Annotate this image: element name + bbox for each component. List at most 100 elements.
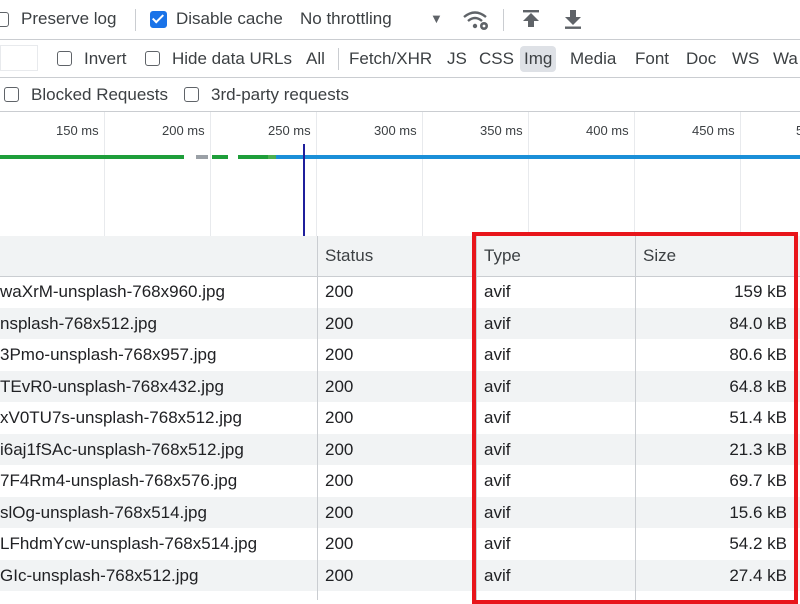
column-divider[interactable] xyxy=(476,236,477,600)
column-header-type[interactable]: Type xyxy=(484,236,521,276)
cell-size: 69.7 kB xyxy=(729,471,787,490)
timeline-tick: 5 xyxy=(796,123,800,138)
timeline-gridline xyxy=(210,112,211,236)
column-header-status[interactable]: Status xyxy=(325,236,373,276)
request-filter-bar: Blocked Requests 3rd-party requests xyxy=(0,78,800,112)
cell-type: avif xyxy=(484,282,511,301)
throttling-select[interactable]: No throttling xyxy=(300,9,392,29)
column-divider[interactable] xyxy=(317,236,318,600)
table-header: Status Type Size xyxy=(0,236,800,277)
table-row[interactable]: TEvR0-unsplash-768x432.jpg 200 avif 64.8 kB xyxy=(0,370,800,402)
filter-input[interactable] xyxy=(0,45,38,71)
hide-data-urls-checkbox[interactable] xyxy=(145,51,160,66)
table-row[interactable]: 7F4Rm4-unsplash-768x576.jpg 200 avif 69.7 k… xyxy=(0,465,800,497)
cell-name: slOg-unsplash-768x514.jpg xyxy=(0,502,207,522)
cell-size: 159 kB xyxy=(734,282,787,301)
timeline-tick: 350 ms xyxy=(480,123,523,138)
cell-status: 200 xyxy=(325,439,354,459)
table-row[interactable]: GIc-unsplash-768x512.jpg 200 avif 27.4 kB xyxy=(0,559,800,591)
table-row[interactable]: xV0TU7s-unsplash-768x512.jpg 200 avif 51.4 … xyxy=(0,402,800,434)
cell-name: i6aj1fSAc-unsplash-768x512.jpg xyxy=(0,439,244,459)
cell-status: 200 xyxy=(325,313,354,333)
cell-type: avif xyxy=(484,408,511,427)
preserve-log-checkbox[interactable] xyxy=(0,12,9,27)
network-conditions-icon[interactable] xyxy=(462,8,490,37)
filter-ws[interactable]: WS xyxy=(728,46,763,72)
cell-size: 54.2 kB xyxy=(729,534,787,553)
cell-name: 7F4Rm4-unsplash-768x576.jpg xyxy=(0,471,238,490)
blocked-requests-label: Blocked Requests xyxy=(31,85,169,104)
cell-type: avif xyxy=(484,534,511,553)
cell-size: 21.3 kB xyxy=(729,439,787,459)
timeline-overview[interactable]: 150 ms 200 ms 250 ms 300 ms 350 ms 400 m… xyxy=(0,112,800,237)
column-divider[interactable] xyxy=(635,236,636,600)
table-row[interactable]: waXrM-unsplash-768x960.jpg 200 avif 159 kB xyxy=(0,276,800,308)
cell-type: avif xyxy=(484,313,511,333)
invert-label: Invert xyxy=(84,49,127,68)
table-row[interactable]: LFhdmYcw-unsplash-768x514.jpg 200 avif 54.2… xyxy=(0,528,800,560)
timeline-bar-green xyxy=(238,155,268,159)
timeline-bar-gray xyxy=(196,155,208,159)
timeline-tick: 200 ms xyxy=(162,123,205,138)
filter-fetch-xhr[interactable]: Fetch/XHR xyxy=(345,46,436,72)
timeline-bar-green xyxy=(0,155,184,159)
timeline-bar-blue xyxy=(276,155,800,159)
column-header-size[interactable]: Size xyxy=(643,236,676,276)
cell-status: 200 xyxy=(325,345,354,364)
import-har-icon[interactable] xyxy=(520,9,542,36)
timeline-gridline xyxy=(104,112,105,236)
cell-status: 200 xyxy=(325,282,354,301)
filter-doc[interactable]: Doc xyxy=(682,46,720,72)
cell-name: waXrM-unsplash-768x960.jpg xyxy=(0,282,225,301)
cell-status: 200 xyxy=(325,408,354,427)
cell-status: 200 xyxy=(325,534,354,553)
third-party-checkbox[interactable] xyxy=(184,87,199,102)
timeline-gridline xyxy=(422,112,423,236)
cell-type: avif xyxy=(484,376,511,396)
disable-cache-label: Disable cache xyxy=(176,9,283,28)
cell-type: avif xyxy=(484,565,511,585)
timeline-tick: 150 ms xyxy=(56,123,99,138)
timeline-gridline xyxy=(528,112,529,236)
blocked-requests-checkbox[interactable] xyxy=(4,87,19,102)
timeline-tick: 400 ms xyxy=(586,123,629,138)
timeline-gridline xyxy=(316,112,317,236)
cell-type: avif xyxy=(484,439,511,459)
cell-status: 200 xyxy=(325,502,354,522)
table-row[interactable]: 3Pmo-unsplash-768x957.jpg 200 avif 80.6 kB xyxy=(0,339,800,371)
cell-status: 200 xyxy=(325,376,354,396)
disable-cache-checkbox[interactable] xyxy=(150,11,167,28)
export-har-icon[interactable] xyxy=(562,8,584,35)
filter-wasm[interactable]: Wa xyxy=(769,46,800,72)
cell-size: 51.4 kB xyxy=(729,408,787,427)
invert-checkbox[interactable] xyxy=(57,51,72,66)
filter-divider xyxy=(338,48,339,70)
timeline-bar-green xyxy=(268,155,276,159)
table-row[interactable]: slOg-unsplash-768x514.jpg 200 avif 15.6 kB xyxy=(0,496,800,528)
cell-name: nsplash-768x512.jpg xyxy=(0,313,157,333)
network-toolbar: Preserve log Disable cache No throttling… xyxy=(0,0,800,40)
cell-name: xV0TU7s-unsplash-768x512.jpg xyxy=(0,408,242,427)
filter-js[interactable]: JS xyxy=(443,46,471,72)
hide-data-urls-label: Hide data URLs xyxy=(172,49,293,68)
cell-name: GIc-unsplash-768x512.jpg xyxy=(0,565,199,585)
toolbar-divider xyxy=(135,9,136,31)
filter-all[interactable]: All xyxy=(302,46,329,72)
cell-status: 200 xyxy=(325,471,354,490)
cell-name: TEvR0-unsplash-768x432.jpg xyxy=(0,376,224,396)
cell-size: 27.4 kB xyxy=(729,565,787,585)
filter-img[interactable]: Img xyxy=(520,46,557,72)
timeline-load-marker xyxy=(303,144,305,236)
cell-type: avif xyxy=(484,345,511,364)
table-row[interactable]: nsplash-768x512.jpg 200 avif 84.0 kB xyxy=(0,307,800,339)
filter-font[interactable]: Font xyxy=(631,46,673,72)
chevron-down-icon[interactable]: ▼ xyxy=(430,11,443,26)
toolbar-divider xyxy=(503,9,504,31)
table-row[interactable]: i6aj1fSAc-unsplash-768x512.jpg 200 avif 21.… xyxy=(0,433,800,465)
filter-css[interactable]: CSS xyxy=(475,46,518,72)
cell-status: 200 xyxy=(325,565,354,585)
cell-size: 84.0 kB xyxy=(729,313,787,333)
timeline-tick: 450 ms xyxy=(692,123,735,138)
preserve-log-label: Preserve log xyxy=(21,9,117,28)
filter-media[interactable]: Media xyxy=(566,46,620,72)
